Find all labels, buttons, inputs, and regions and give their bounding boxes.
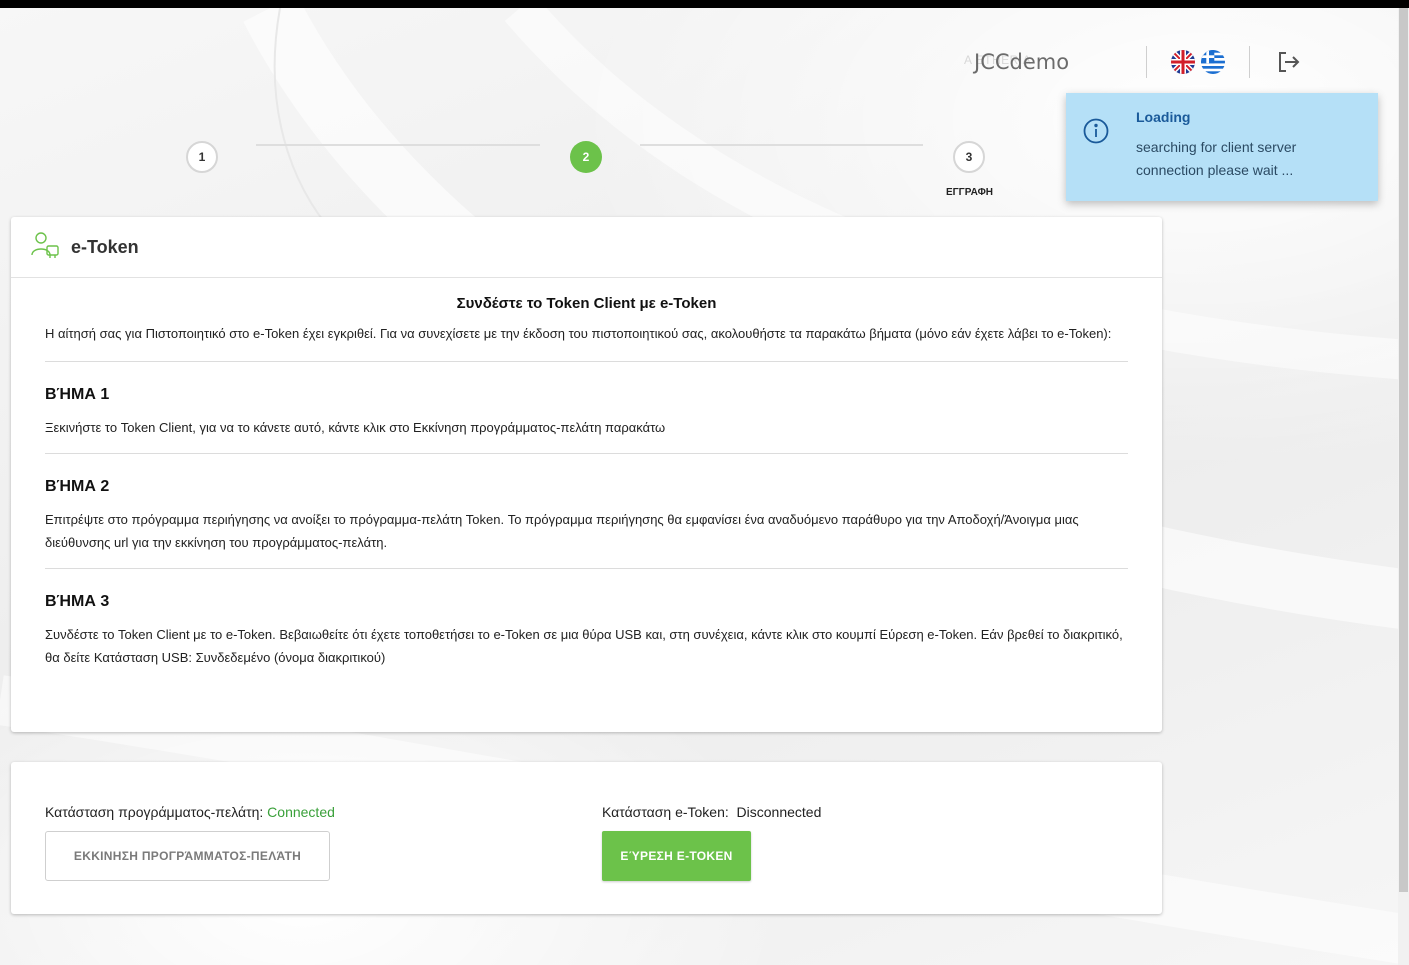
start-client-button[interactable]: ΕΚΚΙΝΗΣΗ ΠΡΟΓΡΆΜΜΑΤΟΣ-ΠΕΛΆΤΗ bbox=[45, 831, 330, 881]
stepper-line-1 bbox=[256, 144, 540, 146]
client-status-value: Connected bbox=[267, 804, 335, 820]
header: A ETHERIA JCCdemo bbox=[950, 44, 1304, 80]
divider bbox=[45, 453, 1128, 454]
step-2-number: 2 bbox=[582, 150, 590, 164]
step-1-text: Ξεκινήστε το Token Client, για να το κάν… bbox=[45, 420, 666, 435]
english-flag-icon[interactable] bbox=[1171, 50, 1195, 74]
intro-text: Η αίτησή σας για Πιστοποιητικό στο e-Tok… bbox=[45, 326, 1112, 341]
info-icon bbox=[1083, 118, 1109, 149]
token-status-value: Disconnected bbox=[736, 804, 822, 820]
step-3-text: Συνδέστε το Token Client με το e-Token. … bbox=[45, 627, 1123, 665]
step-2-heading: ΒΉΜΑ 2 bbox=[45, 478, 110, 495]
status-card: Κατάσταση προγράμματος-πελάτη: Connected… bbox=[11, 762, 1162, 914]
user-token-icon bbox=[31, 231, 61, 264]
toast-message: searching for client server connection p… bbox=[1136, 139, 1297, 178]
header-divider bbox=[1146, 46, 1147, 78]
find-etoken-button[interactable]: ΕΎΡΕΣΗ E-TOKEN bbox=[602, 831, 751, 881]
step-1: 1 bbox=[186, 141, 218, 173]
etoken-instructions-card: e-Token Συνδέστε το Token Client με e-To… bbox=[11, 217, 1162, 732]
logout-icon[interactable] bbox=[1274, 47, 1304, 77]
card-title: e-Token bbox=[71, 236, 139, 257]
step-1-number: 1 bbox=[198, 150, 206, 164]
step-3-heading: ΒΉΜΑ 3 bbox=[45, 593, 110, 610]
step-1-heading: ΒΉΜΑ 1 bbox=[45, 386, 110, 403]
step-2-text: Επιτρέψτε στο πρόγραμμα περιήγησης να αν… bbox=[45, 512, 1079, 550]
client-status-label: Κατάσταση προγράμματος-πελάτη: bbox=[45, 804, 264, 820]
divider bbox=[45, 361, 1128, 362]
divider bbox=[45, 568, 1128, 569]
header-divider-2 bbox=[1249, 46, 1250, 78]
language-switcher bbox=[1171, 50, 1225, 74]
step-3: 3 bbox=[953, 141, 985, 173]
greek-flag-icon[interactable] bbox=[1201, 50, 1225, 74]
main-title: Συνδέστε το Token Client με e-Token bbox=[456, 295, 717, 312]
brand: A ETHERIA JCCdemo bbox=[950, 44, 1140, 80]
token-status-label: Κατάσταση e-Token: bbox=[602, 804, 729, 820]
step-3-label: ΕΓΓΡΑΦΗ bbox=[946, 187, 994, 198]
card-header: e-Token bbox=[11, 217, 1162, 278]
scrollbar-thumb[interactable] bbox=[1399, 8, 1408, 892]
top-edge bbox=[0, 0, 1409, 8]
token-status: Κατάσταση e-Token: Disconnected bbox=[602, 804, 821, 820]
step-3-number: 3 bbox=[965, 150, 973, 164]
loading-toast: Loading searching for client server conn… bbox=[1066, 93, 1378, 201]
stepper-line-2 bbox=[640, 144, 923, 146]
toast-title: Loading bbox=[1136, 109, 1191, 125]
client-status: Κατάσταση προγράμματος-πελάτη: Connected bbox=[45, 804, 335, 820]
brand-name: JCCdemo bbox=[974, 50, 1070, 74]
step-2: 2 bbox=[570, 141, 602, 173]
